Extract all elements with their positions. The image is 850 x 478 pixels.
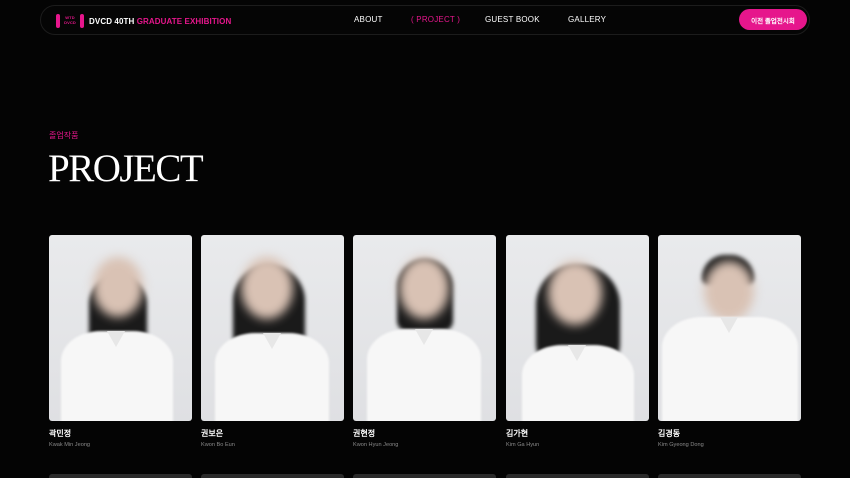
page-title: PROJECT (48, 147, 204, 190)
previous-exhibition-button[interactable]: 이전 졸업전시회 (739, 9, 807, 30)
logo-text-white: DVCD 40TH (89, 16, 135, 26)
logo-mark-icon: WTD DVCD (55, 12, 85, 30)
student-card[interactable]: 권보은 Kwon Bo Eun (201, 235, 344, 448)
student-name: 권보은 (201, 429, 224, 438)
student-name-en: Kim Gyeong Dong (658, 442, 704, 448)
student-name: 김가현 (506, 429, 529, 438)
student-name: 곽민정 (49, 429, 72, 438)
logo-text: DVCD 40TH GRADUATE EXHIBITION (89, 17, 231, 26)
student-card[interactable]: 곽민정 Kwak Min Jeong (49, 235, 192, 448)
student-photo[interactable] (506, 235, 649, 421)
nav-item-guest-book[interactable]: GUEST BOOK (485, 15, 540, 24)
nav-item-gallery[interactable]: GALLERY (568, 15, 606, 24)
student-card[interactable]: 김경동 Kim Gyeong Dong (658, 235, 801, 448)
student-photo[interactable] (658, 235, 801, 421)
nav-item-about[interactable]: ABOUT (354, 15, 383, 24)
top-navigation: WTD DVCD DVCD 40TH GRADUATE EXHIBITION AB… (40, 5, 810, 35)
student-card[interactable] (658, 474, 801, 478)
nav-item-project[interactable]: ( PROJECT ) (411, 15, 460, 24)
student-card[interactable] (49, 474, 192, 478)
student-name: 권현정 (353, 429, 376, 438)
student-name: 김경동 (658, 429, 681, 438)
student-name-en: Kwak Min Jeong (49, 442, 91, 448)
student-card[interactable] (353, 474, 496, 478)
section-subtitle: 졸업작품 (49, 131, 79, 140)
student-photo[interactable] (201, 235, 344, 421)
student-name-en: Kwon Bo Eun (201, 442, 235, 448)
student-card[interactable]: 권현정 Kwon Hyun Jeong (353, 235, 496, 448)
student-name-en: Kwon Hyun Jeong (353, 442, 399, 448)
student-card[interactable]: 김가현 Kim Ga Hyun (506, 235, 649, 448)
student-photo[interactable] (49, 235, 192, 421)
student-card[interactable] (201, 474, 344, 478)
student-card[interactable] (506, 474, 649, 478)
logo[interactable]: WTD DVCD DVCD 40TH GRADUATE EXHIBITION (55, 11, 231, 31)
logo-text-pink: GRADUATE EXHIBITION (136, 16, 232, 26)
student-name-en: Kim Ga Hyun (506, 442, 540, 448)
student-photo[interactable] (353, 235, 496, 421)
